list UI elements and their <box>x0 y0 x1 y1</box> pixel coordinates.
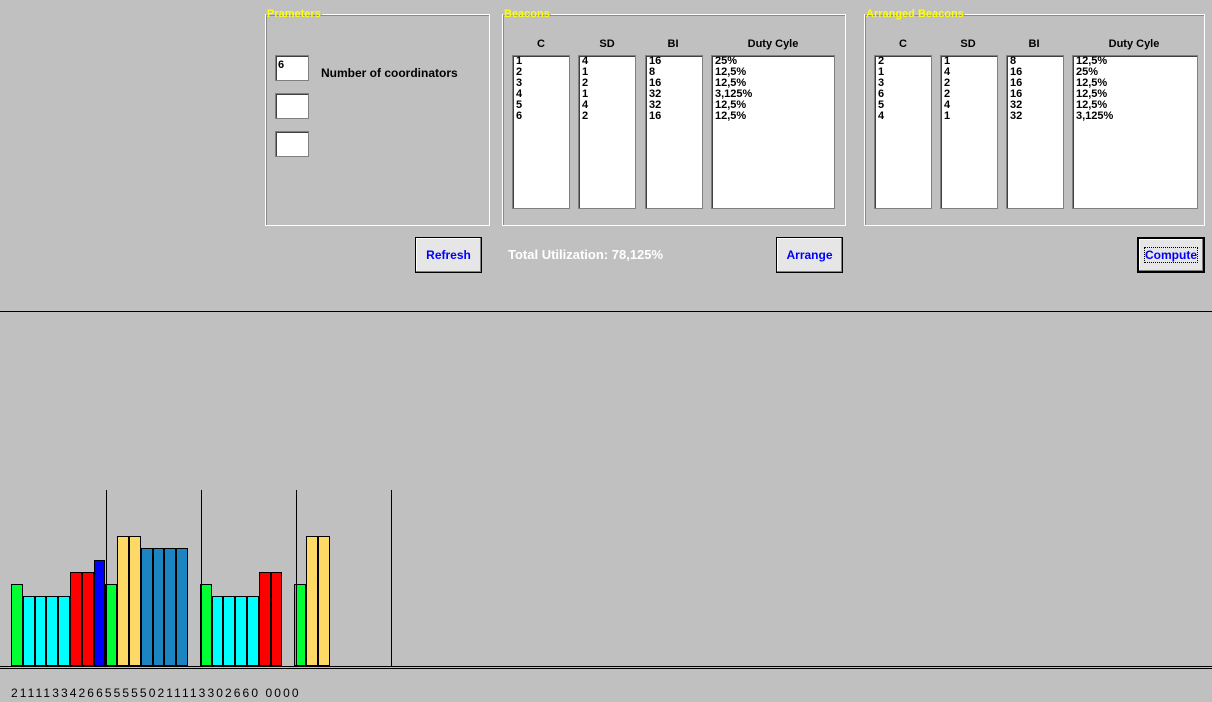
schedule-bar <box>306 536 318 666</box>
list-item[interactable]: 3,125% <box>1073 111 1197 122</box>
beacon-interval-marker <box>296 490 297 666</box>
compute-button-label: Compute <box>1144 247 1198 263</box>
beacon-interval-marker <box>201 490 202 666</box>
list-item[interactable]: 16 <box>646 111 702 122</box>
list-item[interactable]: 32 <box>1007 111 1063 122</box>
arranged-header-bi: BI <box>1028 38 1040 50</box>
schedule-bar <box>270 572 283 666</box>
schedule-chart <box>0 480 1212 680</box>
arrange-button-label: Arrange <box>786 248 833 262</box>
refresh-button-label: Refresh <box>426 248 471 262</box>
schedule-bar <box>140 548 153 666</box>
schedule-bar <box>93 560 106 666</box>
beacons-duty-list[interactable]: 25% 12,5% 12,5% 3,125% 12,5% 12,5% <box>711 55 835 209</box>
schedule-bar <box>105 584 118 666</box>
schedule-bar <box>117 536 129 666</box>
beacons-header-bi: BI <box>667 38 679 50</box>
list-item[interactable]: 4 <box>875 111 931 122</box>
schedule-bar <box>247 596 259 666</box>
schedule-bar <box>34 596 47 666</box>
beacon-interval-marker <box>106 490 107 666</box>
schedule-bar <box>176 548 188 666</box>
chart-baseline-2 <box>0 668 1212 669</box>
coordinators-input[interactable]: 6 <box>275 55 309 81</box>
beacons-sd-list[interactable]: 4 1 2 1 4 2 <box>578 55 636 209</box>
total-utilization-text: Total Utilization: 78,125% <box>508 247 664 262</box>
schedule-bar <box>258 572 271 666</box>
schedule-bar <box>81 572 94 666</box>
beacons-c-list[interactable]: 1 2 3 4 5 6 <box>512 55 570 209</box>
beacons-header-sd: SD <box>599 38 615 50</box>
beacons-header-duty: Duty Cyle <box>747 38 799 50</box>
schedule-bar <box>164 548 177 666</box>
list-item[interactable]: 1 <box>941 111 997 122</box>
schedule-bar <box>11 584 23 666</box>
beacon-interval-marker <box>391 490 392 666</box>
arranged-header-c: C <box>899 38 907 50</box>
schedule-bar <box>46 596 59 666</box>
parameters-legend: Prameters <box>267 8 321 20</box>
schedule-bar <box>22 596 35 666</box>
arranged-header-sd: SD <box>960 38 976 50</box>
arranged-sd-list[interactable]: 1 4 2 2 4 1 <box>940 55 998 209</box>
param-input-2[interactable] <box>275 93 309 119</box>
arranged-duty-list[interactable]: 12,5% 25% 12,5% 12,5% 12,5% 3,125% <box>1072 55 1198 209</box>
arranged-header-duty: Duty Cyle <box>1108 38 1160 50</box>
arranged-beacons-legend: Arranged Beacons <box>866 8 964 20</box>
beacons-bi-list[interactable]: 16 8 16 32 32 16 <box>645 55 703 209</box>
schedule-bar <box>152 548 165 666</box>
schedule-bar <box>129 536 141 666</box>
beacons-legend: Beacons <box>504 8 550 20</box>
compute-button[interactable]: Compute <box>1137 237 1205 273</box>
schedule-bar <box>317 536 330 666</box>
list-item[interactable]: 12,5% <box>712 111 834 122</box>
chart-baseline <box>0 666 1212 667</box>
coordinators-label: Number of coordinators <box>321 66 458 80</box>
schedule-bar <box>211 596 224 666</box>
slot-sequence-text: 21111334266555550211113302660 0000 <box>11 686 301 700</box>
schedule-bar <box>223 596 236 666</box>
param-input-3[interactable] <box>275 131 309 157</box>
schedule-bar <box>235 596 247 666</box>
arranged-bi-list[interactable]: 8 16 16 16 32 32 <box>1006 55 1064 209</box>
schedule-bar <box>70 572 82 666</box>
section-divider <box>0 311 1212 312</box>
beacons-header-c: C <box>537 38 545 50</box>
list-item[interactable]: 2 <box>579 111 635 122</box>
arranged-c-list[interactable]: 2 1 3 6 5 4 <box>874 55 932 209</box>
list-item[interactable]: 6 <box>513 111 569 122</box>
refresh-button[interactable]: Refresh <box>415 237 482 273</box>
arrange-button[interactable]: Arrange <box>776 237 843 273</box>
schedule-bar <box>58 596 70 666</box>
